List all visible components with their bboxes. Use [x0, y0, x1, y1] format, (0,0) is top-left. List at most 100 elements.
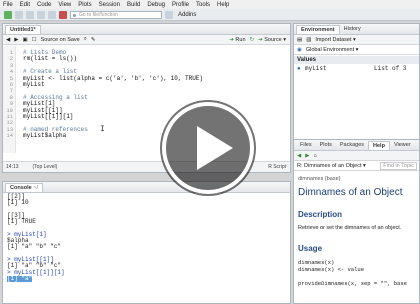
environment-toolbar: ▤ ▥ Import Dataset ▾: [294, 35, 419, 45]
r-icon: ◉: [297, 46, 302, 53]
run-button[interactable]: ➔ Run: [229, 37, 245, 43]
find-in-topic-input[interactable]: Find in Topic: [380, 161, 417, 170]
tab-history[interactable]: History: [340, 25, 365, 34]
description-heading: Description: [298, 210, 343, 219]
environment-tabbar: Environment History: [294, 24, 419, 35]
print-icon[interactable]: [59, 10, 67, 19]
forward-icon[interactable]: ▶: [305, 153, 309, 159]
global-environment-dropdown[interactable]: Global Environment ▾: [306, 47, 359, 53]
console-title: Console: [10, 185, 32, 191]
help-topic-bar: R: Dimnames of an Object ▾ Find in Topic: [294, 161, 419, 171]
file-type[interactable]: R Script: [268, 164, 286, 170]
usage-line: provideDimnames(x, sep = "", base: [298, 280, 407, 287]
menu-build[interactable]: Build: [127, 2, 140, 8]
tab-files[interactable]: Files: [296, 141, 316, 150]
home-icon[interactable]: ⌂: [313, 153, 316, 159]
menu-bar: File Edit Code View Plots Session Build …: [0, 0, 420, 9]
import-dataset-button[interactable]: Import Dataset ▾: [315, 37, 355, 43]
line-number: 14: [6, 132, 13, 140]
run-arrow-icon: ➔: [229, 36, 234, 43]
menu-plots[interactable]: Plots: [78, 2, 91, 8]
menu-file[interactable]: File: [3, 2, 13, 8]
rerun-icon[interactable]: ↻: [250, 37, 255, 43]
addins-menu[interactable]: Addins: [178, 12, 196, 18]
console-line: [1] 10: [7, 199, 29, 207]
cursor-position: 14:13: [6, 164, 19, 170]
usage-heading: Usage: [298, 244, 323, 253]
variable-value: List of 3: [374, 65, 407, 72]
video-play-button[interactable]: [160, 100, 256, 196]
tab-plots[interactable]: Plots: [316, 141, 336, 150]
scope-bar: ◉ Global Environment ▾: [294, 45, 419, 55]
values-section-header: Values: [294, 56, 419, 64]
save-icon[interactable]: ▥: [306, 37, 311, 43]
goto-file-input[interactable]: Go to file/function: [70, 10, 162, 19]
menu-debug[interactable]: Debug: [147, 2, 165, 8]
menu-view[interactable]: View: [58, 2, 71, 8]
play-icon: [162, 102, 254, 194]
console-pane: Console ~/ [[2]] [1] 10 [[3]] [1] TRUE >…: [2, 181, 291, 304]
console-line: [1] "a" "b" "c": [7, 243, 62, 251]
save-all-icon[interactable]: [48, 10, 56, 19]
source-button[interactable]: ➔ Source ▾: [258, 37, 286, 43]
back-icon[interactable]: ◀: [297, 153, 301, 159]
console-output[interactable]: [[2]] [1] 10 [[3]] [1] TRUE > myList[1] …: [3, 193, 290, 303]
code-line: rm(list = ls()): [23, 55, 78, 63]
import-dataset-label: Import Dataset: [315, 36, 352, 43]
code-line: myList[[1]][1]: [23, 113, 74, 120]
workspace-panes-icon[interactable]: [165, 10, 173, 19]
menu-code[interactable]: Code: [37, 2, 51, 8]
line-number-gutter: 1 2 3 4 5 6 7 8 9 10 11 12 13 14: [3, 46, 16, 153]
menu-help[interactable]: Help: [217, 2, 229, 8]
variable-name: myList: [305, 65, 327, 72]
usage-line: dimnames(x): [298, 259, 335, 266]
source-arrow-icon: ➔: [258, 36, 263, 43]
wand-icon[interactable]: ✎: [91, 37, 96, 43]
tab-viewer[interactable]: Viewer: [390, 141, 415, 150]
open-icon[interactable]: [26, 10, 34, 19]
help-title: Dimnames of an Object: [298, 187, 403, 198]
source-on-save-label: Source on Save: [40, 36, 80, 43]
tab-packages[interactable]: Packages: [336, 141, 368, 150]
editor-toolbar: ◀ ▶ ▣ ☐ Source on Save ⌕ ✎ ➔ Run ↻ ➔ Sou…: [3, 35, 290, 45]
console-tab[interactable]: Console ~/: [5, 183, 43, 192]
new-project-icon[interactable]: [15, 10, 23, 19]
usage-line: dimnames(x) <- value: [298, 266, 365, 273]
show-in-window-icon[interactable]: ▣: [22, 37, 27, 43]
back-icon[interactable]: ◀: [6, 37, 10, 43]
help-topic-label: R: Dimnames of an Object: [297, 162, 362, 169]
description-text: Retrieve or set the dimnames of an objec…: [298, 225, 402, 231]
console-line-selected: [1] "a": [7, 274, 33, 283]
environment-pane: Environment History ▤ ▥ Import Dataset ▾…: [293, 23, 420, 140]
save-icon[interactable]: [37, 10, 45, 19]
code-line: myList: [23, 81, 45, 88]
new-file-icon[interactable]: [4, 10, 12, 19]
help-topic-dropdown[interactable]: R: Dimnames of an Object ▾: [297, 163, 366, 169]
expand-icon[interactable]: ●: [297, 65, 301, 73]
variable-row[interactable]: ● myList List of 3: [294, 65, 419, 73]
tab-environment[interactable]: Environment: [296, 25, 340, 34]
forward-icon[interactable]: ▶: [14, 37, 18, 43]
help-nav-bar: ◀ ▶ ⌂: [294, 151, 419, 161]
editor-tab-untitled1[interactable]: Untitled1*: [5, 25, 41, 34]
scope-indicator[interactable]: (Top Level): [33, 164, 58, 170]
code-line: myList <- list(alpha = c('a', 'b', 'c'),…: [23, 74, 204, 82]
open-icon[interactable]: ▤: [297, 37, 302, 43]
global-environment-label: Global Environment: [305, 46, 355, 53]
console-line: [1] TRUE: [7, 218, 36, 226]
main-toolbar: Go to file/function Addins: [0, 9, 420, 21]
menu-profile[interactable]: Profile: [172, 2, 189, 8]
menu-edit[interactable]: Edit: [20, 2, 30, 8]
source-label: Source: [264, 36, 282, 43]
console-path: ~/: [33, 185, 38, 191]
help-pane: Files Plots Packages Help Viewer ◀ ▶ ⌂ R…: [293, 139, 420, 304]
editor-tabbar: Untitled1*: [3, 24, 290, 35]
text-cursor-icon: I: [100, 125, 105, 134]
source-on-save-checkbox[interactable]: ☐: [32, 37, 37, 43]
run-label: Run: [235, 36, 246, 43]
menu-tools[interactable]: Tools: [196, 2, 210, 8]
search-icon[interactable]: ⌕: [84, 36, 87, 43]
menu-session[interactable]: Session: [99, 2, 120, 8]
tab-help[interactable]: Help: [368, 141, 390, 150]
help-package: dimnames {base}: [298, 176, 341, 182]
